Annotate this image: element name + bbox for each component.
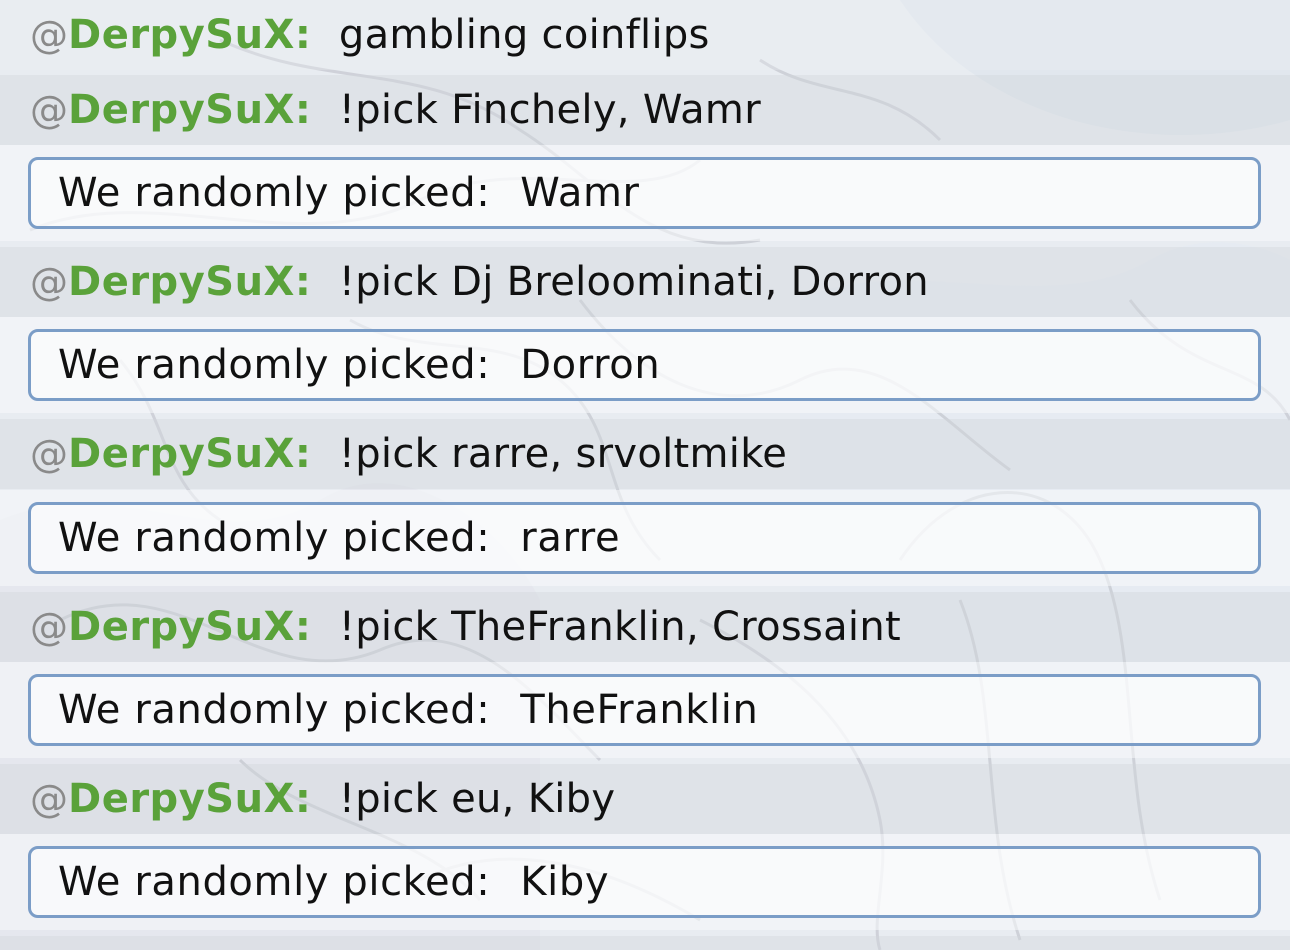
bot-reply-prefix: We randomly picked: bbox=[58, 515, 491, 561]
chat-message: @ DerpySuX : !pick rarre, srvoltmike bbox=[0, 419, 1290, 489]
username[interactable]: DerpySuX bbox=[68, 776, 295, 822]
bot-reply-box: We randomly picked: Kiby bbox=[28, 846, 1261, 918]
bot-reply-row: We randomly picked: Dorron bbox=[0, 317, 1290, 413]
message-text: !pick TheFranklin, Crossaint bbox=[338, 604, 901, 650]
username-colon: : bbox=[294, 12, 311, 58]
message-text: !pick Dj Breloominati, Dorron bbox=[338, 259, 929, 305]
at-symbol: @ bbox=[30, 88, 68, 132]
bot-reply-row: We randomly picked: rarre bbox=[0, 490, 1290, 586]
username[interactable]: DerpySuX bbox=[68, 604, 295, 650]
username[interactable]: DerpySuX bbox=[68, 431, 295, 477]
username-colon: : bbox=[294, 259, 311, 305]
at-symbol: @ bbox=[30, 777, 68, 821]
bot-reply-row: We randomly picked: TheFranklin bbox=[0, 662, 1290, 758]
message-text: !pick Finchely, Wamr bbox=[338, 87, 761, 133]
at-symbol: @ bbox=[30, 432, 68, 476]
at-symbol: @ bbox=[30, 605, 68, 649]
bot-reply-row: We randomly picked: Kiby bbox=[0, 834, 1290, 930]
bot-reply-box: We randomly picked: Dorron bbox=[28, 329, 1261, 401]
chat-message-partial bbox=[0, 936, 1290, 950]
chat-message: @ DerpySuX : !pick Finchely, Wamr bbox=[0, 75, 1290, 145]
chat-message: @ DerpySuX : !pick Dj Breloominati, Dorr… bbox=[0, 247, 1290, 317]
chat-message: @ DerpySuX : !pick TheFranklin, Crossain… bbox=[0, 592, 1290, 662]
bot-reply-result: Kiby bbox=[520, 859, 610, 905]
bot-reply-prefix: We randomly picked: bbox=[58, 859, 491, 905]
bot-reply-result: Dorron bbox=[520, 342, 661, 388]
bot-reply-row: We randomly picked: Wamr bbox=[0, 145, 1290, 241]
bot-reply-box: We randomly picked: Wamr bbox=[28, 157, 1261, 229]
bot-reply-result: rarre bbox=[520, 515, 621, 561]
at-symbol: @ bbox=[30, 260, 68, 304]
username[interactable]: DerpySuX bbox=[68, 87, 295, 133]
bot-reply-prefix: We randomly picked: bbox=[58, 170, 491, 216]
chat-message: @ DerpySuX : gambling coinflips bbox=[0, 0, 1290, 70]
chat-message: @ DerpySuX : !pick eu, Kiby bbox=[0, 764, 1290, 834]
bot-reply-prefix: We randomly picked: bbox=[58, 342, 491, 388]
at-symbol: @ bbox=[30, 13, 68, 57]
chat-log: @ DerpySuX : gambling coinflips @ DerpyS… bbox=[0, 0, 1290, 950]
message-text: !pick rarre, srvoltmike bbox=[338, 431, 788, 477]
bot-reply-result: TheFranklin bbox=[520, 687, 759, 733]
message-text: !pick eu, Kiby bbox=[338, 776, 616, 822]
username[interactable]: DerpySuX bbox=[68, 12, 295, 58]
message-text: gambling coinflips bbox=[338, 12, 710, 58]
bot-reply-box: We randomly picked: rarre bbox=[28, 502, 1261, 574]
username-colon: : bbox=[294, 431, 311, 477]
username-colon: : bbox=[294, 776, 311, 822]
bot-reply-box: We randomly picked: TheFranklin bbox=[28, 674, 1261, 746]
bot-reply-result: Wamr bbox=[520, 170, 640, 216]
bot-reply-prefix: We randomly picked: bbox=[58, 687, 491, 733]
username-colon: : bbox=[294, 604, 311, 650]
username-colon: : bbox=[294, 87, 311, 133]
username[interactable]: DerpySuX bbox=[68, 259, 295, 305]
